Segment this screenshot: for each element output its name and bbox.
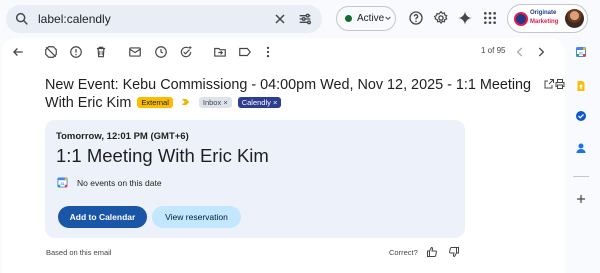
help-icon[interactable] (408, 10, 424, 26)
calendar-icon[interactable]: 31 (575, 46, 587, 58)
based-on-note: Based on this email (46, 248, 112, 257)
svg-text:31: 31 (579, 52, 583, 56)
calendar-status: No events on this date (77, 178, 162, 188)
contacts-icon[interactable] (575, 142, 587, 154)
inbox-label-text: Inbox (202, 98, 222, 107)
company-logo-text-1: Originate (530, 10, 557, 16)
email-subject: New Event: Kebu Commissiong - 04:00pm We… (45, 76, 545, 112)
back-icon[interactable] (11, 45, 25, 59)
mail-view: 1 of 95 New Event: Kebu Commissiong - 04… (2, 38, 565, 273)
search-input[interactable]: label:calendly (38, 12, 111, 26)
label-icon[interactable] (238, 45, 252, 59)
filter-icon[interactable] (297, 11, 313, 27)
add-icon[interactable] (575, 193, 587, 205)
company-logo-text-2: Marketing (530, 19, 559, 25)
event-title: 1:1 Meeting With Eric Kim (56, 145, 269, 166)
event-card: Tomorrow, 12:01 PM (GMT+6) 1:1 Meeting W… (45, 120, 465, 238)
search-bar[interactable]: label:calendly (6, 5, 322, 33)
external-label: External (137, 97, 173, 108)
clear-icon[interactable] (272, 11, 288, 27)
calendly-label[interactable]: Calendly × (237, 97, 282, 108)
svg-text:31: 31 (60, 182, 64, 186)
side-panel-divider (573, 176, 589, 177)
inbox-label[interactable]: Inbox × (198, 97, 232, 108)
delete-icon[interactable] (94, 45, 108, 59)
top-bar: label:calendly Active Originate Marketin… (0, 0, 600, 38)
avatar[interactable] (565, 9, 584, 28)
mark-unread-icon[interactable] (128, 45, 142, 59)
calendly-label-text: Calendly (241, 98, 271, 107)
open-new-window-icon[interactable] (543, 78, 555, 90)
importance-marker-icon[interactable] (181, 98, 190, 106)
tasks-icon[interactable] (575, 110, 587, 122)
settings-icon[interactable] (433, 10, 449, 26)
more-icon[interactable] (261, 45, 275, 59)
google-calendar-icon: 31 (57, 177, 68, 188)
feedback-prompt: Correct? (389, 248, 418, 257)
chevron-down-icon (385, 16, 391, 21)
status-label: Active (357, 13, 385, 24)
apps-icon[interactable] (482, 10, 498, 26)
snooze-icon[interactable] (154, 45, 168, 59)
next-icon[interactable] (534, 45, 548, 59)
status-dot (345, 15, 352, 22)
view-reservation-button[interactable]: View reservation (152, 206, 241, 228)
search-icon[interactable] (14, 11, 30, 27)
add-task-icon[interactable] (179, 45, 193, 59)
account-switcher[interactable]: Originate Marketing (507, 4, 588, 33)
company-logo (514, 12, 528, 26)
keep-icon[interactable] (575, 80, 587, 92)
status-dropdown[interactable]: Active (336, 6, 396, 31)
prev-icon[interactable] (513, 45, 527, 59)
pagination-count: 1 of 95 (481, 46, 506, 55)
move-to-icon[interactable] (213, 45, 227, 59)
subject-text: New Event: Kebu Commissiong - 04:00pm We… (45, 77, 532, 111)
print-icon[interactable] (554, 78, 566, 90)
report-icon[interactable] (69, 45, 83, 59)
event-time: Tomorrow, 12:01 PM (GMT+6) (56, 131, 189, 142)
not-spam-icon[interactable] (44, 45, 58, 59)
thumbs-down-icon[interactable] (448, 246, 460, 258)
gemini-icon[interactable] (457, 10, 473, 26)
thumbs-up-icon[interactable] (426, 246, 438, 258)
add-to-calendar-button[interactable]: Add to Calendar (58, 206, 147, 228)
